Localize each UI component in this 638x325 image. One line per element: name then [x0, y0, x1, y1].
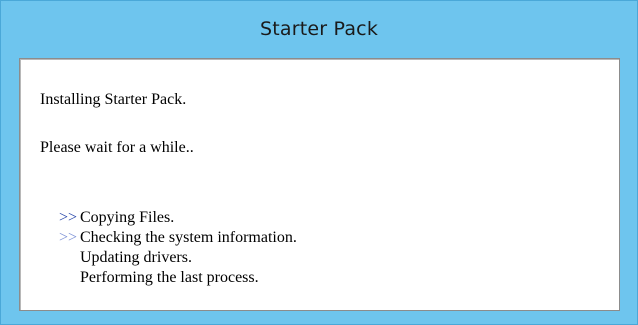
- step-marker-active: >>: [59, 229, 78, 246]
- step-checking-system: >> Checking the system information.: [59, 228, 297, 248]
- step-label: Updating drivers.: [80, 249, 192, 266]
- step-label: Performing the last process.: [80, 269, 259, 286]
- wait-message: Please wait for a while..: [40, 139, 194, 156]
- title-bar: Starter Pack: [1, 1, 637, 56]
- step-marker-done: >>: [59, 209, 78, 226]
- step-updating-drivers: Updating drivers.: [59, 248, 192, 268]
- installing-message: Installing Starter Pack.: [40, 91, 187, 108]
- window-title: Starter Pack: [259, 17, 379, 40]
- progress-panel: Installing Starter Pack. Please wait for…: [19, 58, 620, 311]
- step-last-process: Performing the last process.: [59, 268, 259, 288]
- step-label: Checking the system information.: [80, 229, 297, 246]
- installer-window: Starter Pack Installing Starter Pack. Pl…: [0, 0, 638, 325]
- step-label: Copying Files.: [80, 209, 175, 226]
- step-copying-files: >> Copying Files.: [59, 208, 174, 228]
